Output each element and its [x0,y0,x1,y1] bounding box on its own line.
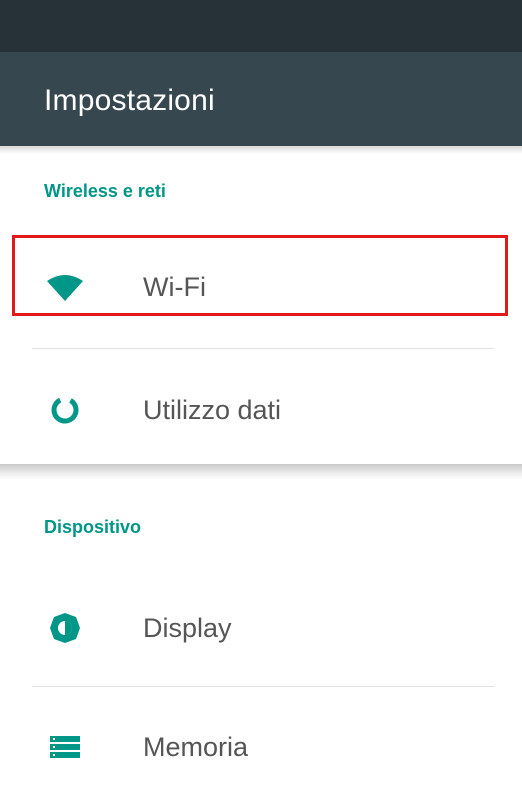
app-bar: Impostazioni [0,52,522,146]
divider [32,348,494,349]
settings-item-wifi[interactable]: Wi-Fi [0,232,522,342]
brightness-icon [45,608,85,648]
section-header-device: Dispositivo [44,517,142,537]
settings-item-data-usage[interactable]: Utilizzo dati [0,355,522,465]
settings-item-label: Memoria [143,732,249,762]
divider [32,686,494,687]
page-title: Impostazioni [44,84,215,117]
settings-item-label: Utilizzo dati [143,395,282,425]
settings-item-display[interactable]: Display [0,573,522,683]
app-bar-shadow [0,146,522,154]
section-divider [0,464,522,480]
settings-item-label: Display [143,613,232,643]
settings-item-label: Wi-Fi [143,272,206,302]
status-bar [0,0,522,52]
wifi-icon [45,267,85,307]
settings-item-storage[interactable]: Memoria [0,692,522,802]
storage-icon [45,727,85,767]
data-usage-icon [45,390,85,430]
section-header-wireless: Wireless e reti [44,181,166,201]
